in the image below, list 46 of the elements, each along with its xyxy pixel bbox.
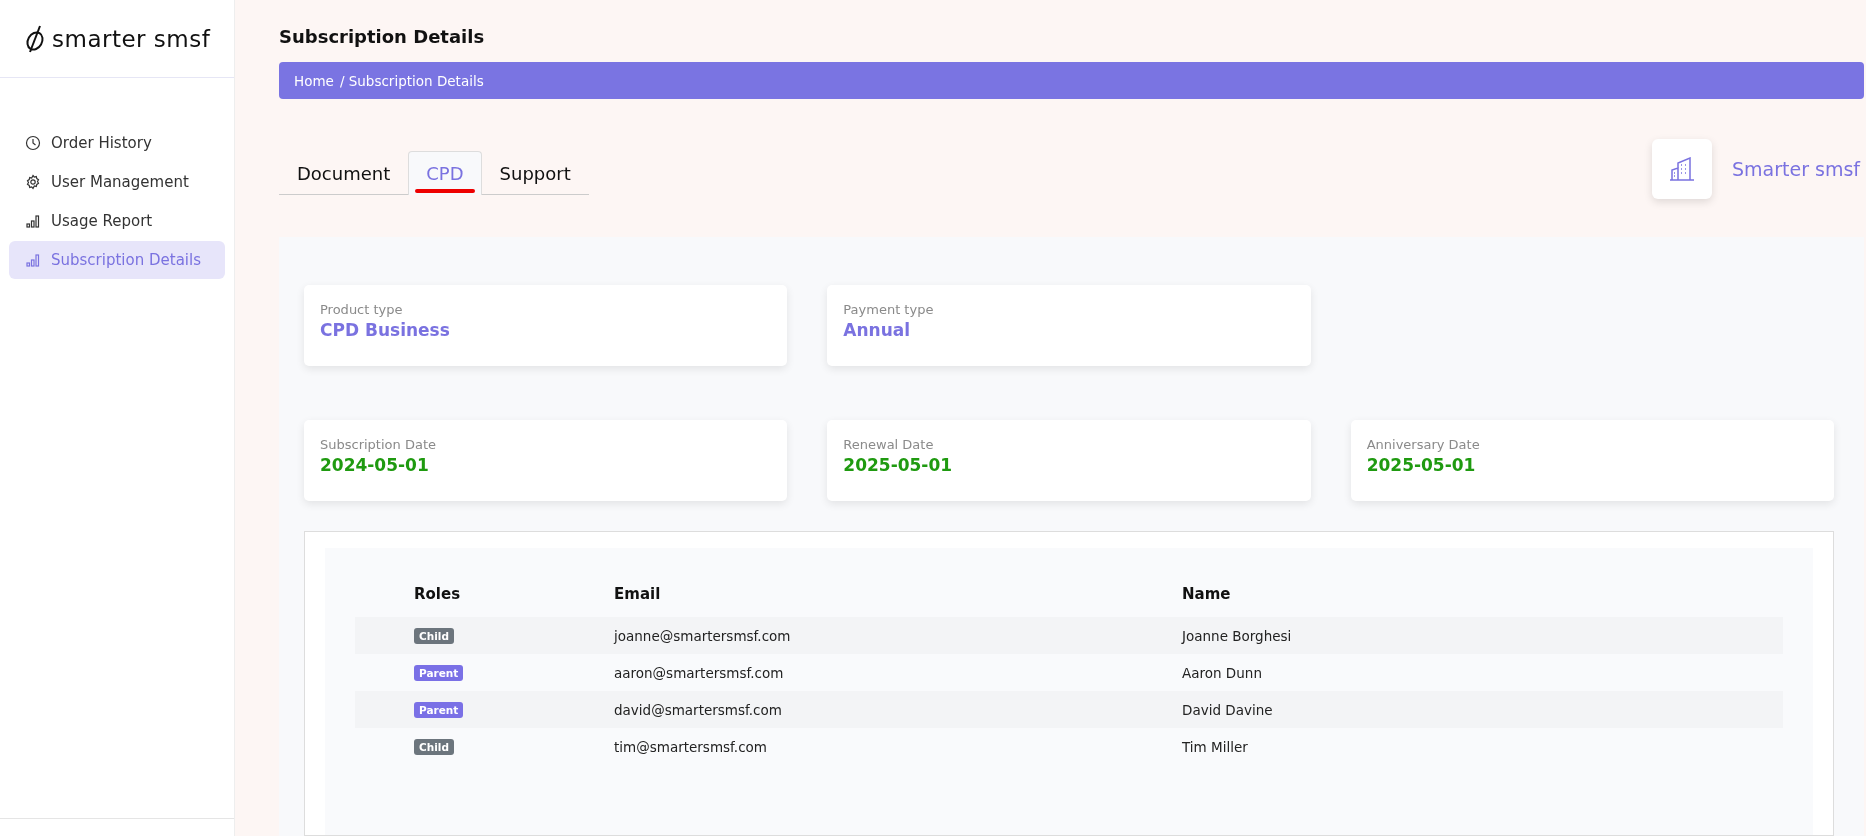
card-label: Subscription Date <box>320 437 437 452</box>
table-cell: Joanne Borghesi <box>1181 617 1783 654</box>
role-badge: Child <box>414 628 454 644</box>
role-badge: Parent <box>414 702 464 718</box>
breadcrumb-current: / Subscription Details <box>339 72 484 89</box>
role-badge: Child <box>414 739 454 755</box>
column-header: Email <box>613 570 1181 617</box>
page-title: Subscription Details <box>279 26 486 47</box>
sidebar-item-label: Subscription Details <box>51 251 201 269</box>
card-label: Renewal Date <box>843 437 935 452</box>
sidebar-item[interactable]: Order History <box>9 124 225 162</box>
settings-icon <box>25 174 41 190</box>
table-cell: joanne@smartersmsf.com <box>613 617 1181 654</box>
table-cell: David Davine <box>1181 691 1783 728</box>
card-value: Annual <box>843 320 912 340</box>
tab[interactable]: Document <box>279 151 409 195</box>
table-cell: Tim Miller <box>1181 728 1783 765</box>
company-name: Smarter smsf <box>1732 158 1862 180</box>
card-value: CPD Business <box>320 320 451 340</box>
card-value: 2025-05-01 <box>1366 455 1477 475</box>
sidebar-item[interactable]: User Management <box>9 163 225 201</box>
card-value: 2025-05-01 <box>843 455 954 475</box>
table-cell: david@smartersmsf.com <box>613 691 1181 728</box>
card-label: Payment type <box>843 302 935 317</box>
card-label: Product type <box>320 302 404 317</box>
sidebar-item-label: Order History <box>51 134 152 152</box>
logo-text: smarter smsf <box>52 25 211 52</box>
breadcrumb-link[interactable]: Home <box>294 72 334 89</box>
card-label: Anniversary Date <box>1366 437 1481 452</box>
role-badge: Parent <box>414 665 464 681</box>
sidebar-item[interactable]: Usage Report <box>9 202 225 240</box>
column-header: Name <box>1181 570 1783 617</box>
table-cell: aaron@smartersmsf.com <box>613 654 1181 691</box>
tab[interactable]: Support <box>481 151 589 195</box>
sidebar-item-label: Usage Report <box>51 212 153 230</box>
card-value: 2024-05-01 <box>320 455 430 475</box>
table-cell: Aaron Dunn <box>1181 654 1783 691</box>
clock-icon <box>25 135 41 151</box>
table-cell: tim@smartersmsf.com <box>613 728 1181 765</box>
sidebar-item-label: User Management <box>51 173 189 191</box>
tab[interactable]: CPD <box>408 151 482 195</box>
column-header: Roles <box>413 570 613 617</box>
bar-chart-icon <box>25 252 41 268</box>
logo-icon <box>24 23 46 54</box>
building-icon <box>1669 157 1695 181</box>
bar-chart-icon <box>25 213 41 229</box>
